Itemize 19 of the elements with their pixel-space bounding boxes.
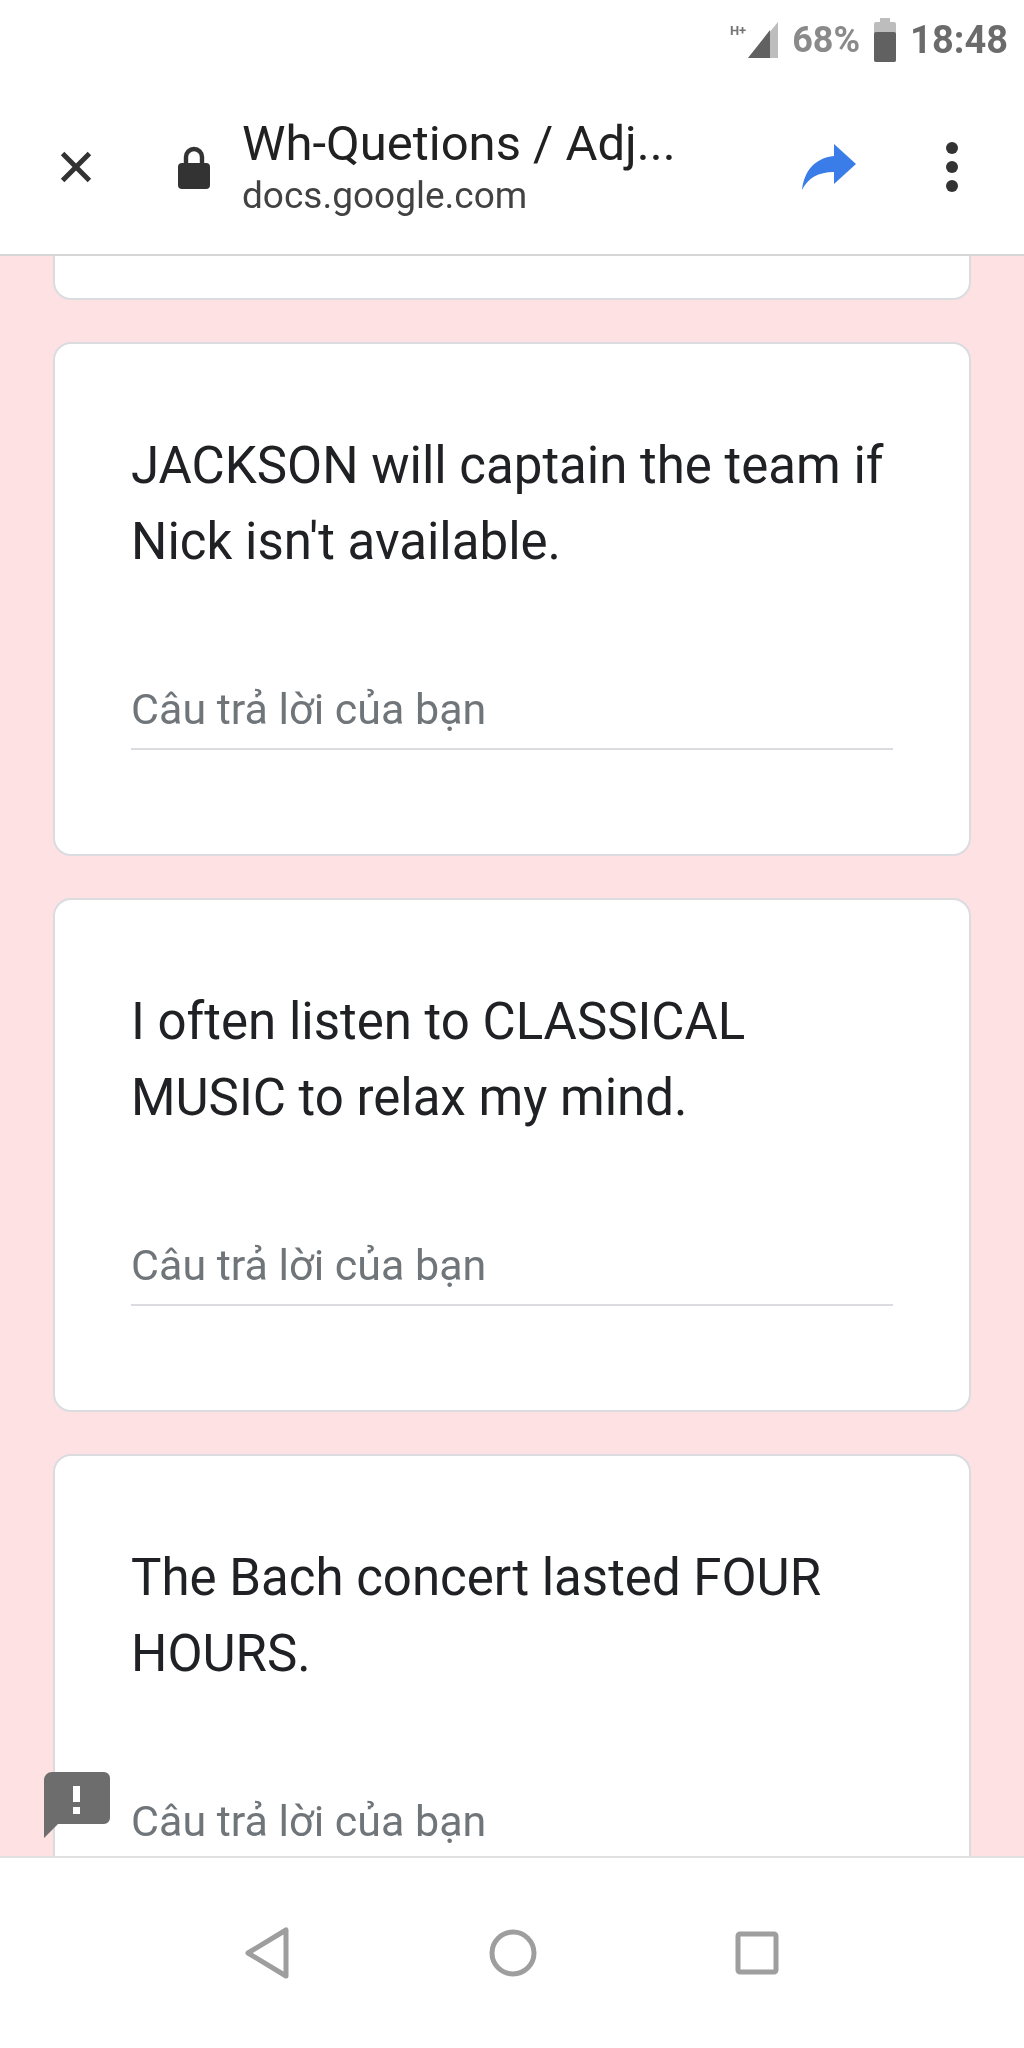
lock-icon xyxy=(176,145,212,189)
menu-icon xyxy=(945,141,959,193)
recents-button[interactable] xyxy=(734,1930,780,1976)
answer-field[interactable]: Câu trả lời của bạn xyxy=(131,680,893,750)
signal-icon xyxy=(748,22,779,58)
clock-time: 18:48 xyxy=(910,16,1008,64)
page-title: Wh-Quetions / Adj... xyxy=(242,115,677,173)
network-type: H+ xyxy=(729,24,747,37)
answer-field[interactable]: Câu trả lời của bạn xyxy=(131,1236,893,1306)
battery-percent: 68% xyxy=(792,18,861,63)
battery-icon xyxy=(874,18,897,62)
home-button[interactable] xyxy=(488,1928,538,1978)
question-text: JACKSON will captain the team if Nick isn't available. xyxy=(131,435,885,573)
back-button[interactable] xyxy=(244,1926,292,1980)
answer-field[interactable]: Câu trả lời của bạn xyxy=(131,1792,893,1856)
page-url: docs.google.com xyxy=(242,173,529,219)
question-text: The Bach concert lasted FOUR HOURS. xyxy=(131,1547,823,1685)
question-text: I often listen to CLASSICAL MUSIC to relax my mind. xyxy=(131,991,747,1129)
feedback-button[interactable] xyxy=(44,1772,110,1838)
